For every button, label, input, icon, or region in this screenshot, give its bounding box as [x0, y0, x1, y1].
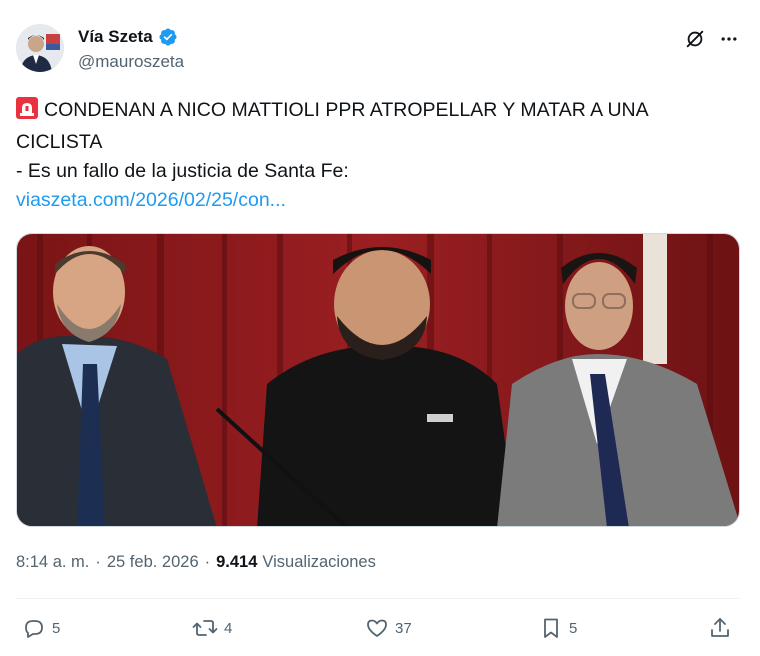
reply-button[interactable]: 5: [22, 616, 60, 640]
headline-line-1: CONDENAN A NICO MATTIOLI PPR ATROPELLAR …: [16, 96, 742, 128]
tweet-card: Vía Szeta @mauroszeta CONDENAN A NICO MA…: [0, 0, 760, 656]
meta-separator: ·: [95, 553, 101, 571]
author-handle[interactable]: @mauroszeta: [78, 52, 184, 72]
retweet-count: 4: [224, 619, 233, 637]
retweet-icon: [192, 616, 218, 640]
like-icon: [365, 616, 389, 640]
siren-icon: [16, 97, 38, 128]
reply-icon: [22, 616, 46, 640]
bookmark-count: 5: [569, 619, 578, 637]
share-button[interactable]: [708, 616, 732, 640]
meta-separator: ·: [204, 553, 211, 571]
subtitle: - Es un fallo de la justicia de Santa Fe…: [16, 160, 349, 182]
like-button[interactable]: 37: [365, 616, 412, 640]
tweet-meta: 8:14 a. m. · 25 feb. 2026 · 9.414 Visual…: [16, 553, 376, 572]
reply-count: 5: [52, 619, 61, 637]
article-link[interactable]: viaszeta.com/2026/02/25/con...: [16, 189, 286, 211]
tweet-photo[interactable]: [16, 233, 740, 527]
divider: [16, 598, 740, 599]
grok-icon[interactable]: [683, 27, 707, 51]
views-count: 9.414: [216, 553, 258, 571]
bookmark-icon: [539, 616, 563, 640]
views-label: Visualizaciones: [262, 553, 376, 571]
author-name-row[interactable]: Vía Szeta: [78, 27, 178, 47]
verified-badge-icon: [158, 27, 178, 47]
tweet-text: CONDENAN A NICO MATTIOLI PPR ATROPELLAR …: [16, 96, 742, 215]
avatar[interactable]: [16, 24, 64, 72]
post-date[interactable]: 25 feb. 2026: [107, 553, 199, 572]
like-count: 37: [395, 619, 412, 637]
post-time[interactable]: 8:14 a. m.: [16, 553, 89, 572]
author-display-name[interactable]: Vía Szeta: [78, 27, 153, 47]
retweet-button[interactable]: 4: [192, 616, 232, 640]
bookmark-button[interactable]: 5: [539, 616, 577, 640]
headline-text: CONDENAN A NICO MATTIOLI PPR ATROPELLAR …: [44, 99, 649, 121]
headline-line-2: CICLISTA: [16, 131, 103, 153]
more-icon[interactable]: [718, 28, 740, 50]
share-icon: [708, 616, 732, 640]
